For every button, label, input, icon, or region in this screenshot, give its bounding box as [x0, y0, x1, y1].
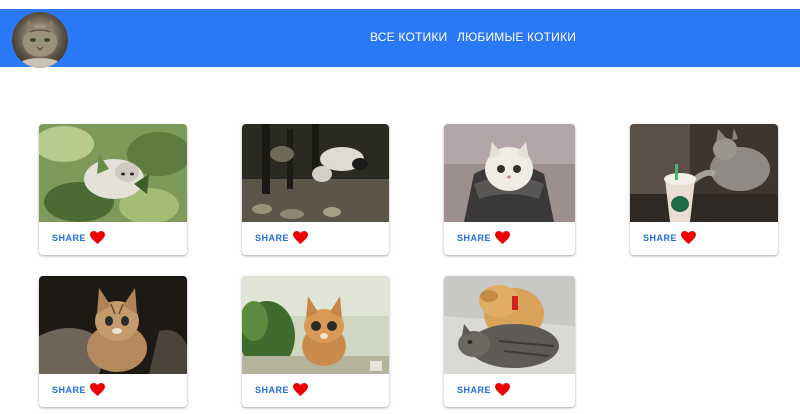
- avatar[interactable]: [12, 12, 68, 68]
- heart-icon[interactable]: [90, 383, 105, 396]
- heart-icon[interactable]: [293, 383, 308, 396]
- cat-photo[interactable]: [242, 276, 389, 374]
- cat-photo[interactable]: [39, 276, 187, 374]
- cat-card: SHARE: [630, 124, 778, 255]
- cat-card: SHARE: [39, 276, 187, 407]
- share-button[interactable]: SHARE: [52, 385, 86, 395]
- cat-card: SHARE: [444, 276, 575, 407]
- cat-card: SHARE: [39, 124, 187, 255]
- share-button[interactable]: SHARE: [52, 233, 86, 243]
- heart-icon[interactable]: [90, 231, 105, 244]
- share-button[interactable]: SHARE: [457, 233, 491, 243]
- cat-card: SHARE: [242, 276, 389, 407]
- nav-favorite-cats[interactable]: ЛЮБИМЫЕ КОТИКИ: [457, 30, 576, 44]
- cat-photo[interactable]: [444, 276, 575, 374]
- nav-all-cats[interactable]: ВСЕ КОТИКИ: [370, 30, 447, 44]
- share-button[interactable]: SHARE: [255, 233, 289, 243]
- cat-photo[interactable]: [242, 124, 389, 222]
- share-button[interactable]: SHARE: [643, 233, 677, 243]
- heart-icon[interactable]: [681, 231, 696, 244]
- share-button[interactable]: SHARE: [255, 385, 289, 395]
- heart-icon[interactable]: [495, 231, 510, 244]
- cat-card: SHARE: [242, 124, 389, 255]
- cat-photo[interactable]: [630, 124, 778, 222]
- cat-card: SHARE: [444, 124, 575, 255]
- top-app-bar: ВСЕ КОТИКИ ЛЮБИМЫЕ КОТИКИ: [0, 9, 800, 68]
- cat-photo[interactable]: [39, 124, 187, 222]
- heart-icon[interactable]: [495, 383, 510, 396]
- cat-photo[interactable]: [444, 124, 575, 222]
- heart-icon[interactable]: [293, 231, 308, 244]
- share-button[interactable]: SHARE: [457, 385, 491, 395]
